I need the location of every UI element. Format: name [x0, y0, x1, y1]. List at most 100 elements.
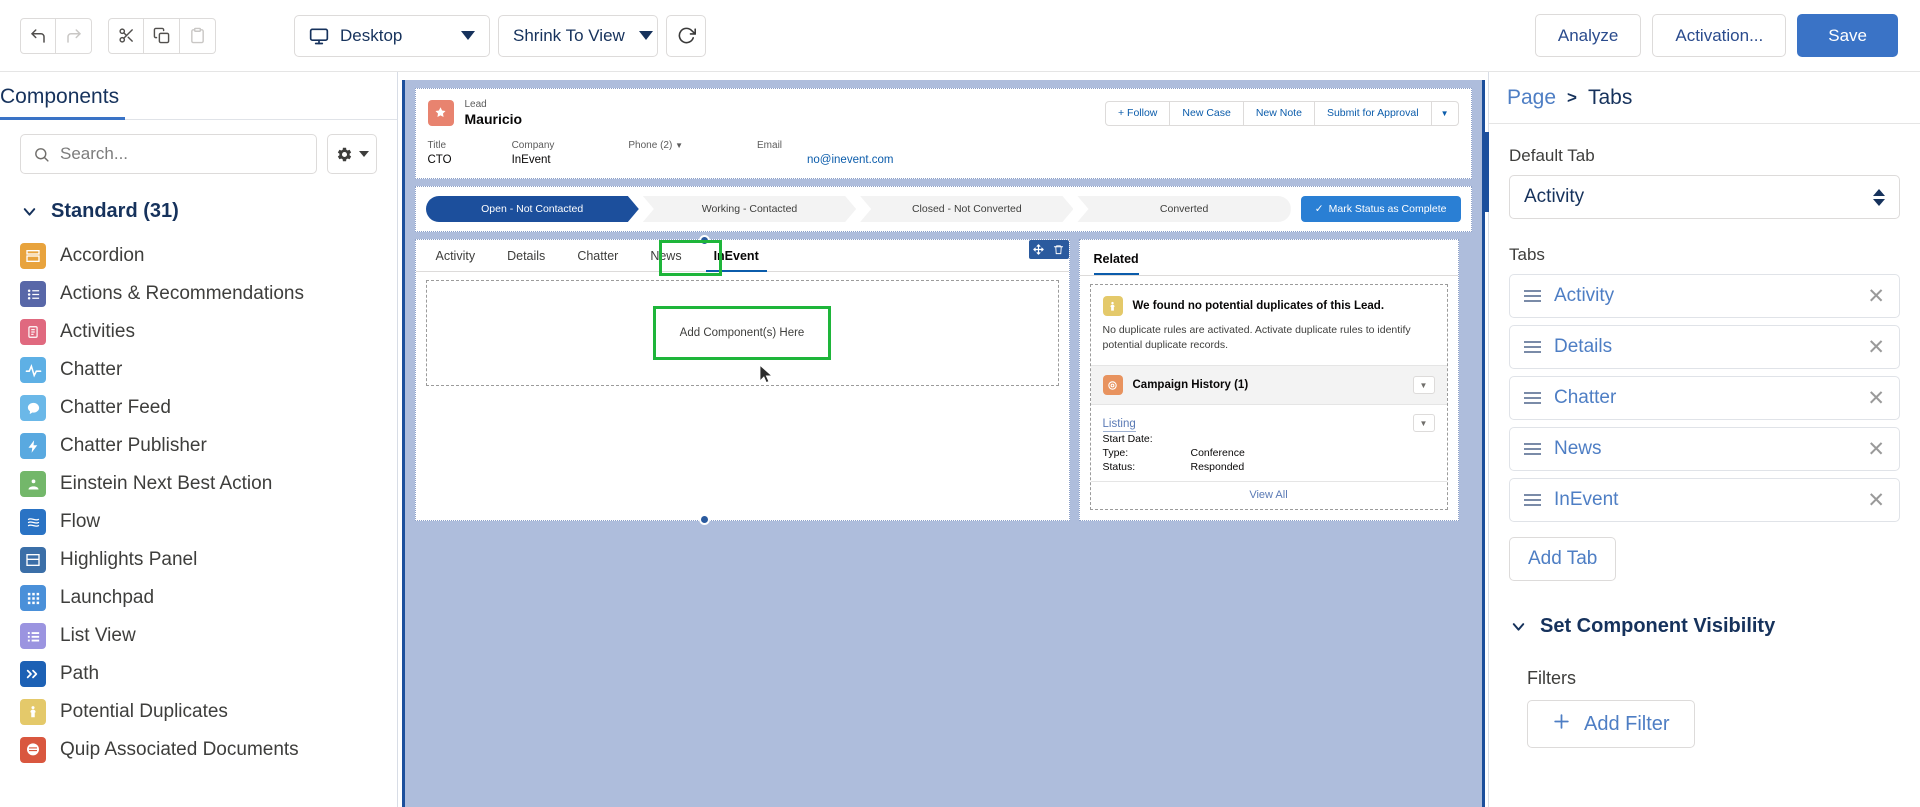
- campaign-record-link[interactable]: Listing: [1102, 417, 1136, 432]
- tab-list-item[interactable]: Details ✕: [1509, 325, 1900, 369]
- drag-handle-icon[interactable]: [1524, 290, 1541, 302]
- list-fade-overlay: [0, 773, 397, 807]
- drag-handle-icon[interactable]: [1524, 443, 1541, 455]
- remove-tab-icon[interactable]: ✕: [1867, 286, 1885, 307]
- flow-icon: [20, 509, 46, 535]
- campaign-row-menu-button[interactable]: ▼: [1412, 414, 1435, 432]
- tab-components[interactable]: Components: [0, 85, 137, 120]
- component-item[interactable]: Path: [0, 655, 397, 693]
- campaign-menu-button[interactable]: ▼: [1412, 376, 1435, 394]
- cut-button[interactable]: [108, 17, 144, 54]
- drag-handle-icon[interactable]: [1524, 392, 1541, 404]
- tab-list-item[interactable]: Chatter ✕: [1509, 376, 1900, 420]
- standard-section-header[interactable]: Standard (31): [0, 174, 397, 237]
- tab-list-item[interactable]: Activity ✕: [1509, 274, 1900, 318]
- tab-drop-zone[interactable]: Add Component(s) Here: [425, 280, 1059, 386]
- highlights-panel-component[interactable]: Lead Mauricio + Follow New Case New Note…: [414, 88, 1472, 179]
- component-item[interactable]: Potential Duplicates: [0, 693, 397, 731]
- components-settings-button[interactable]: [327, 134, 377, 174]
- component-item-label: List View: [60, 625, 136, 646]
- field-phone: Phone (2) ▼: [628, 140, 684, 151]
- remove-tab-icon[interactable]: ✕: [1867, 439, 1885, 460]
- canvas-tab[interactable]: Details: [491, 249, 561, 271]
- component-item[interactable]: Chatter Feed: [0, 389, 397, 427]
- mark-status-complete-button[interactable]: ✓ Mark Status as Complete: [1300, 196, 1461, 222]
- component-item[interactable]: Actions & Recommendations: [0, 275, 397, 313]
- path-stage[interactable]: Closed - Not Converted: [860, 196, 1073, 222]
- record-type-label: Lead: [464, 99, 487, 110]
- view-scale-value: Shrink To View: [513, 25, 625, 45]
- component-item[interactable]: Chatter: [0, 351, 397, 389]
- device-select-value: Desktop: [340, 25, 403, 45]
- page-canvas[interactable]: Lead Mauricio + Follow New Case New Note…: [401, 80, 1485, 807]
- component-item[interactable]: Quip Associated Documents: [0, 731, 397, 769]
- analyze-button[interactable]: Analyze: [1534, 14, 1642, 57]
- drag-handle-icon[interactable]: [1524, 341, 1541, 353]
- view-scale-select[interactable]: Shrink To View: [498, 14, 658, 57]
- remove-tab-icon[interactable]: ✕: [1867, 337, 1885, 358]
- component-item[interactable]: Chatter Publisher: [0, 427, 397, 465]
- tab-list-item[interactable]: InEvent ✕: [1509, 478, 1900, 522]
- chatter-icon: [20, 357, 46, 383]
- add-filter-button[interactable]: Add Filter: [1527, 700, 1695, 748]
- default-tab-select[interactable]: Activity: [1509, 175, 1900, 219]
- delete-icon[interactable]: [1049, 240, 1069, 259]
- search-icon: [33, 146, 50, 163]
- campaign-icon: [1102, 375, 1123, 395]
- follow-button[interactable]: + Follow: [1106, 101, 1171, 125]
- component-item[interactable]: Activities: [0, 313, 397, 351]
- copy-button[interactable]: [144, 17, 180, 54]
- breadcrumb-separator: >: [1567, 87, 1577, 107]
- component-item[interactable]: Flow: [0, 503, 397, 541]
- lead-meta: Lead Mauricio: [465, 99, 523, 127]
- device-select[interactable]: Desktop: [294, 14, 490, 57]
- bottom-resize-handle[interactable]: [698, 514, 710, 525]
- tabs-component[interactable]: Activity Details Chatter News InEvent Ad…: [414, 235, 1070, 525]
- remove-tab-icon[interactable]: ✕: [1867, 388, 1885, 409]
- add-filter-label: Add Filter: [1584, 712, 1670, 735]
- canvas-tab[interactable]: Activity: [428, 249, 492, 271]
- more-actions-button[interactable]: ▼: [1432, 102, 1458, 125]
- potential-duplicates-icon: [1102, 296, 1123, 316]
- related-component[interactable]: Related We found no potential duplicates…: [1078, 239, 1459, 521]
- new-note-button[interactable]: New Note: [1244, 101, 1315, 125]
- tab-list-item[interactable]: News ✕: [1509, 427, 1900, 471]
- redo-button[interactable]: [56, 17, 92, 54]
- canvas-tab[interactable]: Chatter: [561, 249, 634, 271]
- campaign-view-all-link[interactable]: View All: [1091, 482, 1447, 509]
- email-link[interactable]: no@inevent.com: [757, 153, 893, 168]
- remove-tab-icon[interactable]: ✕: [1867, 490, 1885, 511]
- related-inner-region: We found no potential duplicates of this…: [1089, 284, 1448, 510]
- drag-handle-icon[interactable]: [1524, 494, 1541, 506]
- path-stage[interactable]: Open - Not Contacted: [426, 196, 639, 222]
- related-title: Related: [1093, 252, 1139, 275]
- component-item[interactable]: Einstein Next Best Action: [0, 465, 397, 503]
- search-box[interactable]: [20, 134, 317, 174]
- component-item[interactable]: Launchpad: [0, 579, 397, 617]
- save-button[interactable]: Save: [1797, 14, 1898, 57]
- path-component[interactable]: Open - Not Contacted Working - Contacted C…: [414, 186, 1472, 232]
- canvas-tab[interactable]: InEvent: [698, 249, 775, 272]
- component-item[interactable]: Highlights Panel: [0, 541, 397, 579]
- path-stage[interactable]: Converted: [1077, 196, 1291, 222]
- add-tab-button[interactable]: Add Tab: [1509, 537, 1617, 581]
- undo-button[interactable]: [20, 17, 56, 54]
- duplicates-heading: We found no potential duplicates of this…: [1132, 300, 1385, 312]
- paste-button[interactable]: [180, 17, 216, 54]
- top-resize-handle[interactable]: [698, 235, 710, 246]
- path-stages: Open - Not Contacted Working - Contacted C…: [426, 196, 1295, 222]
- submit-for-approval-button[interactable]: Submit for Approval: [1315, 101, 1432, 125]
- breadcrumb-page-link[interactable]: Page: [1507, 86, 1556, 110]
- top-toolbar: Desktop Shrink To View Analyze Activatio…: [0, 0, 1920, 72]
- tabs-list-label: Tabs: [1509, 245, 1545, 264]
- new-case-button[interactable]: New Case: [1170, 101, 1244, 125]
- component-item[interactable]: Accordion: [0, 237, 397, 275]
- path-stage[interactable]: Working - Contacted: [643, 196, 856, 222]
- search-input[interactable]: [60, 144, 304, 164]
- component-item[interactable]: List View: [0, 617, 397, 655]
- canvas-tab[interactable]: News: [634, 249, 697, 271]
- refresh-button[interactable]: [666, 14, 706, 57]
- set-component-visibility-header[interactable]: Set Component Visibility: [1509, 615, 1900, 638]
- move-icon[interactable]: [1029, 240, 1049, 259]
- activation-button[interactable]: Activation...: [1652, 14, 1787, 57]
